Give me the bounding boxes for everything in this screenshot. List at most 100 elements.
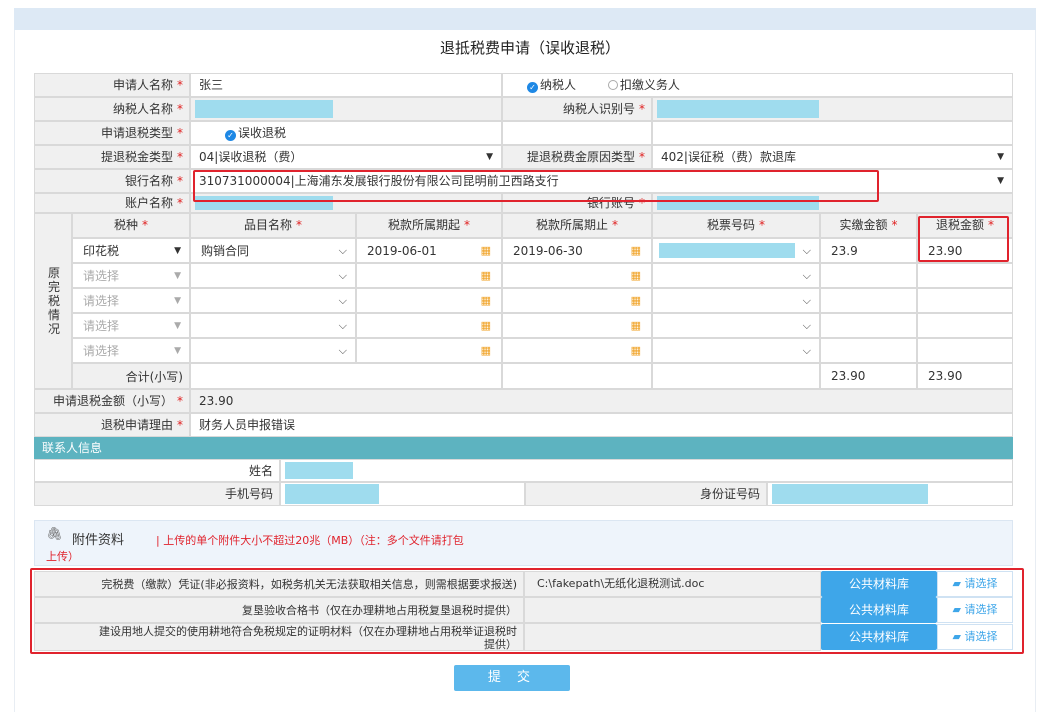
paid-cell bbox=[820, 338, 917, 363]
refund-input[interactable] bbox=[917, 313, 1013, 338]
contact-name-label: 姓名 bbox=[34, 459, 280, 482]
caret-down-icon: ▼ bbox=[174, 246, 181, 256]
item-select[interactable]: ⌵ bbox=[190, 288, 356, 313]
caret-down-icon: ▼ bbox=[486, 152, 493, 162]
calendar-icon[interactable]: ▦ bbox=[631, 314, 641, 337]
bank-label: 银行名称 * bbox=[34, 169, 190, 193]
start-date[interactable]: ▦ bbox=[356, 313, 502, 338]
contact-phone-label: 手机号码 bbox=[34, 482, 280, 506]
refund-type-radio[interactable]: ✓ 误收退税 bbox=[190, 121, 502, 145]
calendar-icon[interactable]: ▦ bbox=[481, 314, 491, 337]
row1-start-date[interactable]: 2019-06-01 ▦ bbox=[356, 238, 502, 263]
row1-tax-select[interactable]: 印花税 ▼ bbox=[72, 238, 190, 263]
caret-down-icon: ▼ bbox=[174, 271, 181, 281]
tax-select[interactable]: 请选择 ▼ bbox=[72, 263, 190, 288]
refund-input[interactable] bbox=[917, 338, 1013, 363]
taxpayer-name-label: 纳税人名称 * bbox=[34, 97, 190, 121]
radio-icon bbox=[607, 80, 618, 90]
end-date[interactable]: ▦ bbox=[502, 338, 652, 363]
paid-cell bbox=[820, 288, 917, 313]
item-select[interactable]: ⌵ bbox=[190, 338, 356, 363]
row1-paid: 23.9 bbox=[820, 238, 917, 263]
calendar-icon[interactable]: ▦ bbox=[481, 239, 491, 262]
col-period-end: 税款所属期止 * bbox=[502, 213, 652, 238]
amount-type-label: 提退税金类型 * bbox=[34, 145, 190, 169]
taxpayer-id-label: 纳税人识别号 * bbox=[502, 97, 652, 121]
item-select[interactable]: ⌵ bbox=[190, 263, 356, 288]
ticket-select[interactable]: ⌵ bbox=[652, 263, 820, 288]
highlight-bank bbox=[193, 170, 879, 202]
calendar-icon[interactable]: ▦ bbox=[481, 339, 491, 362]
attachment-title: 附件资料 bbox=[72, 533, 125, 548]
refund-input[interactable] bbox=[917, 263, 1013, 288]
chevron-down-icon: ⌵ bbox=[338, 244, 347, 257]
attachment-note-cont: 上传） bbox=[46, 550, 79, 563]
apply-amount-value: 23.90 bbox=[190, 389, 1013, 413]
reason-input[interactable]: 财务人员申报错误 bbox=[190, 413, 1013, 437]
calendar-icon[interactable]: ▦ bbox=[481, 289, 491, 312]
tax-select[interactable]: 请选择 ▼ bbox=[72, 313, 190, 338]
tax-select[interactable]: 请选择 ▼ bbox=[72, 288, 190, 313]
redacted-mask bbox=[657, 100, 819, 118]
total-label: 合计(小写) bbox=[72, 363, 190, 389]
row1-item-select[interactable]: 购销合同 ⌵ bbox=[190, 238, 356, 263]
paid-cell bbox=[820, 263, 917, 288]
caret-down-icon: ▼ bbox=[174, 321, 181, 331]
contact-section-header: 联系人信息 bbox=[34, 437, 1013, 459]
col-tax-type: 税种 * bbox=[72, 213, 190, 238]
contact-phone-input[interactable] bbox=[280, 482, 525, 506]
check-icon: ✓ bbox=[225, 130, 236, 141]
calendar-icon[interactable]: ▦ bbox=[481, 264, 491, 287]
highlight-refund-amount bbox=[918, 216, 1009, 262]
col-ticket-no: 税票号码 * bbox=[652, 213, 820, 238]
start-date[interactable]: ▦ bbox=[356, 288, 502, 313]
chevron-down-icon: ⌵ bbox=[338, 319, 347, 332]
top-band bbox=[14, 8, 1036, 30]
reason-type-select[interactable]: 402|误征税（费）款退库 ▼ bbox=[652, 145, 1013, 169]
item-select[interactable]: ⌵ bbox=[190, 313, 356, 338]
role-withholder-radio[interactable]: 扣缴义务人 bbox=[607, 78, 680, 92]
refund-type-label: 申请退税类型 * bbox=[34, 121, 190, 145]
calendar-icon[interactable]: ▦ bbox=[631, 339, 641, 362]
refund-input[interactable] bbox=[917, 288, 1013, 313]
calendar-icon[interactable]: ▦ bbox=[631, 289, 641, 312]
ticket-select[interactable]: ⌵ bbox=[652, 288, 820, 313]
redacted-mask bbox=[285, 462, 353, 479]
calendar-icon[interactable]: ▦ bbox=[631, 264, 641, 287]
end-date[interactable]: ▦ bbox=[502, 263, 652, 288]
ticket-select[interactable]: ⌵ bbox=[652, 313, 820, 338]
account-name-label: 账户名称 * bbox=[34, 193, 190, 213]
caret-down-icon: ▼ bbox=[997, 176, 1004, 186]
reason-type-label: 提退税费金原因类型 * bbox=[502, 145, 652, 169]
contact-idcard-input[interactable] bbox=[767, 482, 1013, 506]
applicant-label: 申请人名称 * bbox=[34, 73, 190, 97]
chevron-down-icon: ⌵ bbox=[802, 269, 811, 282]
total-empty bbox=[190, 363, 502, 389]
caret-down-icon: ▼ bbox=[174, 296, 181, 306]
end-date[interactable]: ▦ bbox=[502, 288, 652, 313]
redacted-mask bbox=[772, 484, 928, 504]
start-date[interactable]: ▦ bbox=[356, 263, 502, 288]
tax-select[interactable]: 请选择 ▼ bbox=[72, 338, 190, 363]
applicant-input[interactable]: 张三 bbox=[190, 73, 502, 97]
calendar-icon[interactable]: ▦ bbox=[631, 239, 641, 262]
empty-cell bbox=[502, 121, 652, 145]
end-date[interactable]: ▦ bbox=[502, 313, 652, 338]
taxpayer-id-field bbox=[652, 97, 1013, 121]
total-refund: 23.90 bbox=[917, 363, 1013, 389]
start-date[interactable]: ▦ bbox=[356, 338, 502, 363]
table-side-label: 原完税情况 bbox=[34, 213, 72, 389]
caret-down-icon: ▼ bbox=[174, 346, 181, 356]
ticket-select[interactable]: ⌵ bbox=[652, 338, 820, 363]
apply-amount-label: 申请退税金额（小写） * bbox=[34, 389, 190, 413]
amount-type-select[interactable]: 04|误收退税（费） ▼ bbox=[190, 145, 502, 169]
contact-name-input[interactable] bbox=[280, 459, 1013, 482]
submit-button[interactable]: 提 交 bbox=[454, 665, 570, 691]
row1-ticket-select[interactable]: ⌵ bbox=[652, 238, 820, 263]
chevron-down-icon: ⌵ bbox=[802, 319, 811, 332]
role-taxpayer-radio[interactable]: ✓ 纳税人 bbox=[527, 78, 576, 93]
redacted-mask bbox=[195, 100, 333, 118]
attachment-note: | 上传的单个附件大小不超过20兆（MB）（注：多个文件请打包 bbox=[156, 534, 464, 547]
row1-end-date[interactable]: 2019-06-30 ▦ bbox=[502, 238, 652, 263]
chevron-down-icon: ⌵ bbox=[338, 344, 347, 357]
